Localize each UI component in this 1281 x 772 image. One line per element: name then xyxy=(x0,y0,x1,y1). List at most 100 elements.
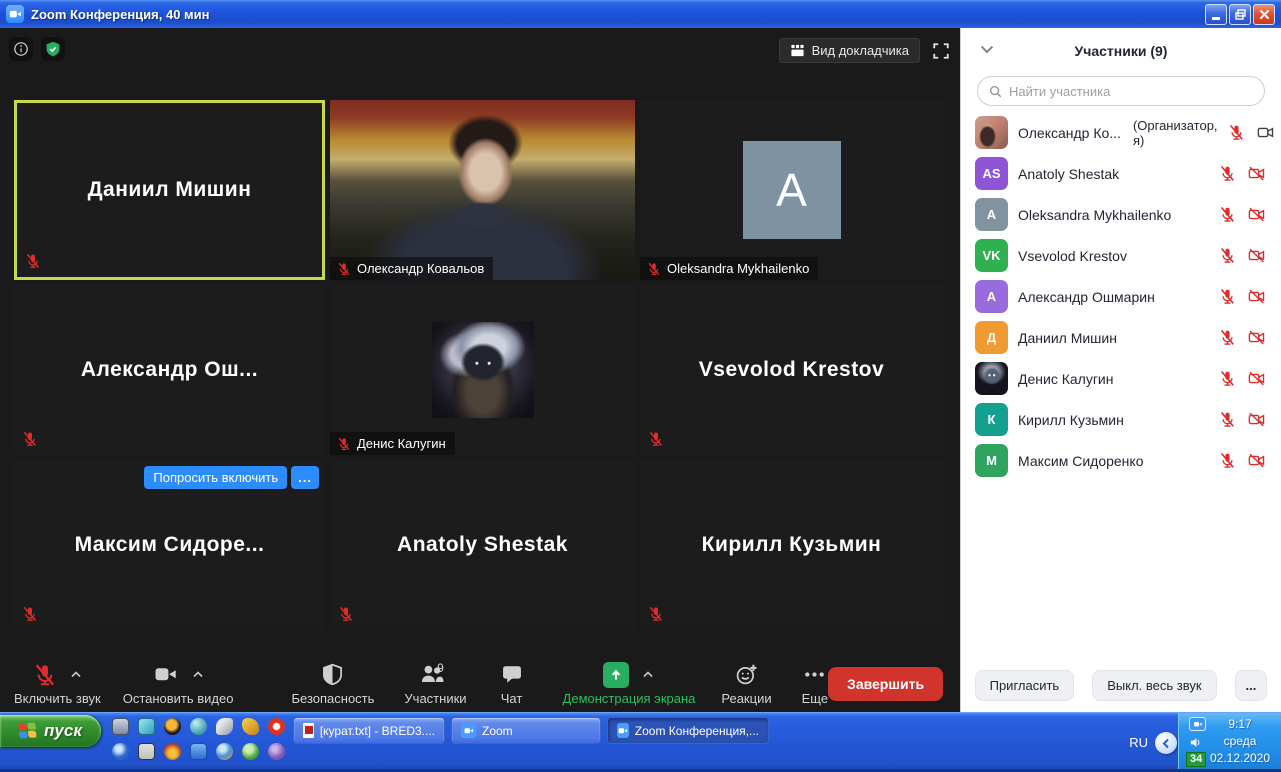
security-shield-icon[interactable] xyxy=(41,37,65,61)
unmute-button[interactable]: Включить звук xyxy=(14,662,101,706)
participant-row[interactable]: Денис Калугин xyxy=(961,358,1281,399)
participants-button[interactable]: 9 Участники xyxy=(404,660,466,706)
participant-row[interactable]: A Oleksandra Mykhailenko xyxy=(961,194,1281,235)
globe-blue-icon[interactable] xyxy=(216,743,233,760)
muted-mic-icon[interactable] xyxy=(1219,329,1236,346)
video-tile-anatoly-shestak[interactable]: Anatoly Shestak xyxy=(330,460,635,630)
video-tile-oleksandra-mykhailenko[interactable]: A Oleksandra Mykhailenko xyxy=(640,100,943,280)
ccleaner-icon[interactable] xyxy=(242,718,259,735)
mute-all-button[interactable]: Выкл. весь звук xyxy=(1092,669,1217,701)
end-meeting-button[interactable]: Завершить xyxy=(828,666,944,701)
aimp-icon[interactable] xyxy=(138,743,155,760)
restore-button[interactable] xyxy=(1229,3,1251,25)
chevron-up-icon[interactable] xyxy=(642,670,654,679)
start-button[interactable]: пуск xyxy=(0,715,101,747)
fullscreen-button[interactable] xyxy=(930,40,952,62)
panel-more-button[interactable]: ... xyxy=(1234,669,1268,701)
camera-off-icon[interactable] xyxy=(1248,247,1265,264)
more-button[interactable]: Еще xyxy=(802,662,828,706)
participant-row[interactable]: Олександр Ко... (Организатор, я) xyxy=(961,112,1281,153)
video-tile-vsevolod-krestov[interactable]: Vsevolod Krestov xyxy=(640,285,943,455)
video-tile-maksim-sidorenko[interactable]: Попросить включить ... Максим Сидоре... xyxy=(14,460,325,630)
camera-off-icon[interactable] xyxy=(1248,370,1265,387)
muted-mic-icon[interactable] xyxy=(1219,370,1236,387)
video-tile-oleksandr-kovalov[interactable]: Олександр Ковальов xyxy=(330,100,635,280)
muted-mic-icon xyxy=(648,262,660,275)
participant-row[interactable]: К Кирилл Кузьмин xyxy=(961,399,1281,440)
search-placeholder: Найти участника xyxy=(1009,83,1111,99)
muted-mic-icon[interactable] xyxy=(1219,452,1236,469)
reactions-button[interactable]: Реакции xyxy=(721,662,772,706)
camera-on-icon[interactable] xyxy=(1257,124,1274,141)
video-tile-daniil-mishin[interactable]: Даниил Мишин xyxy=(14,100,325,280)
more-dots-icon xyxy=(805,672,825,677)
tile-name-label: Oleksandra Mykhailenko xyxy=(640,257,819,280)
task-button-bred[interactable]: [курат.txt] - BRED3.... xyxy=(293,717,445,744)
security-button[interactable]: Безопасность xyxy=(291,662,374,706)
clock-weekday: среда xyxy=(1223,734,1257,748)
tile-more-options-button[interactable]: ... xyxy=(291,466,319,489)
muted-mic-icon[interactable] xyxy=(1228,124,1245,141)
fire-icon[interactable] xyxy=(164,743,181,760)
viber-icon[interactable] xyxy=(268,743,285,760)
participant-row[interactable]: VK Vsevolod Krestov xyxy=(961,235,1281,276)
zoom-tray-icon[interactable] xyxy=(1189,717,1206,731)
display-icon[interactable] xyxy=(138,718,155,735)
participant-name: Oleksandra Mykhailenko xyxy=(667,261,810,276)
task-button-zoom-meeting[interactable]: Zoom Конференция,... xyxy=(607,717,769,744)
desktop-screen: Zoom Конференция, 40 мин Вид докладчика xyxy=(0,0,1281,772)
chevron-down-icon[interactable] xyxy=(979,43,995,55)
camera-off-icon[interactable] xyxy=(1248,452,1265,469)
camera-off-icon[interactable] xyxy=(1248,329,1265,346)
participant-search-input[interactable]: Найти участника xyxy=(977,76,1265,106)
chat-icon xyxy=(502,665,521,683)
tray-expand-button[interactable] xyxy=(1155,732,1177,754)
ask-to-unmute-button[interactable]: Попросить включить xyxy=(144,466,288,489)
translator-icon[interactable] xyxy=(190,743,207,760)
muted-mic-icon[interactable] xyxy=(1219,206,1236,223)
speaker-view-button[interactable]: Вид докладчика xyxy=(778,38,920,63)
avatar: A xyxy=(975,280,1008,313)
participants-count-badge: 9 xyxy=(437,660,444,675)
muted-mic-icon[interactable] xyxy=(1219,288,1236,305)
meeting-info-button[interactable] xyxy=(9,37,33,61)
video-tile-denis-kalugin[interactable]: Денис Калугин xyxy=(330,285,635,455)
chat-button[interactable]: Чат xyxy=(501,662,523,706)
task-button-zoom[interactable]: Zoom xyxy=(451,717,601,744)
camera-off-icon[interactable] xyxy=(1248,165,1265,182)
invite-button[interactable]: Пригласить xyxy=(974,669,1075,701)
camera-off-icon[interactable] xyxy=(1248,288,1265,305)
opera-icon[interactable] xyxy=(268,718,285,735)
start-label: пуск xyxy=(44,721,82,740)
camera-off-icon[interactable] xyxy=(1248,206,1265,223)
participant-row[interactable]: AS Anatoly Shestak xyxy=(961,153,1281,194)
chevron-up-icon[interactable] xyxy=(70,670,82,679)
klite-icon[interactable] xyxy=(112,743,129,760)
close-button[interactable] xyxy=(1253,3,1275,25)
participant-row[interactable]: Д Даниил Мишин xyxy=(961,317,1281,358)
plane-icon[interactable] xyxy=(216,718,233,735)
participant-row[interactable]: A Александр Ошмарин xyxy=(961,276,1281,317)
windows-logo-icon xyxy=(18,722,37,739)
profile-picture xyxy=(431,322,534,418)
chevron-up-icon[interactable] xyxy=(192,670,204,679)
muted-mic-icon[interactable] xyxy=(1219,247,1236,264)
show-desktop-icon[interactable] xyxy=(112,718,129,735)
muted-mic-icon[interactable] xyxy=(1219,411,1236,428)
clementine-icon[interactable] xyxy=(190,718,207,735)
daemon-tools-icon[interactable] xyxy=(164,718,181,735)
camera-off-icon[interactable] xyxy=(1248,411,1265,428)
language-indicator[interactable]: RU xyxy=(1129,735,1148,750)
muted-mic-icon[interactable] xyxy=(1219,165,1236,182)
globe-green-icon[interactable] xyxy=(242,743,259,760)
participant-row[interactable]: М Максим Сидоренко xyxy=(961,440,1281,481)
unread-count-badge[interactable]: 34 xyxy=(1186,752,1207,767)
minimize-button[interactable] xyxy=(1205,3,1227,25)
stop-video-button[interactable]: Остановить видео xyxy=(123,662,233,706)
video-tile-aleksandr-osh[interactable]: Александр Ош... xyxy=(14,285,325,455)
participant-name: Максим Сидоренко xyxy=(1018,452,1144,469)
taskbar-clock[interactable]: 9:17 среда 02.12.2020 xyxy=(1206,716,1274,767)
video-tile-kirill-kuzmin[interactable]: Кирилл Кузьмин xyxy=(640,460,943,630)
share-screen-button[interactable]: Демонстрация экрана xyxy=(563,661,695,706)
volume-icon[interactable] xyxy=(1188,735,1205,750)
